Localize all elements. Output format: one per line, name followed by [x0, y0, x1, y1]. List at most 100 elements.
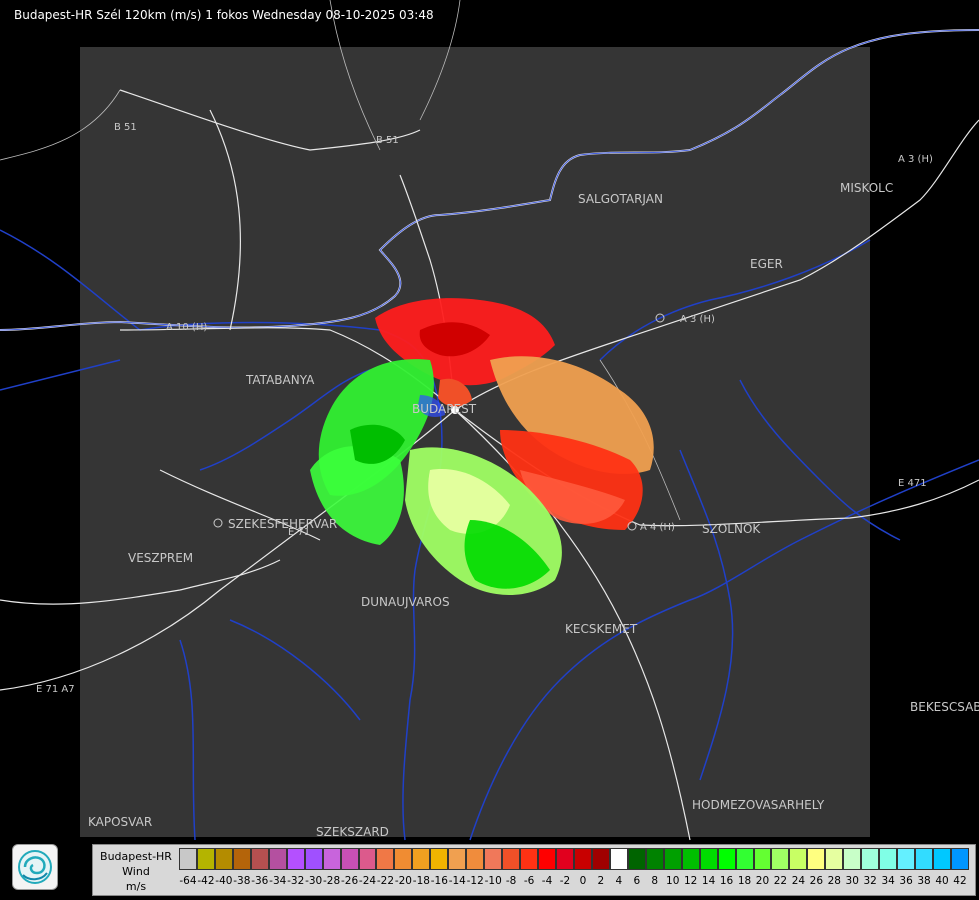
legend-tick-label: 28 — [827, 875, 841, 887]
legend-swatch — [448, 848, 467, 870]
legend-swatch — [879, 848, 898, 870]
legend-unit: m/s — [125, 880, 147, 893]
legend-swatches — [179, 848, 969, 872]
legend-label: Budapest-HR Wind m/s — [93, 845, 179, 895]
legend-swatch — [825, 848, 844, 870]
road-label: A 3 (H) — [680, 314, 715, 325]
legend-tick-label: 40 — [935, 875, 949, 887]
city-label: SALGOTARJAN — [578, 192, 663, 206]
city-label: SZEKESFEHERVAR — [228, 517, 337, 531]
legend-swatch — [286, 848, 305, 870]
legend-swatch — [412, 848, 431, 870]
legend-tick-label: 8 — [651, 875, 659, 887]
legend-swatch — [538, 848, 557, 870]
road-label: E 71 A7 — [36, 684, 75, 695]
legend-swatch — [609, 848, 628, 870]
legend-tick-label: 38 — [917, 875, 931, 887]
legend-swatch — [771, 848, 790, 870]
legend-tick-label: 32 — [863, 875, 877, 887]
radar-coverage-area — [80, 47, 870, 837]
legend-tick-label: 10 — [666, 875, 680, 887]
city-label: KAPOSVAR — [88, 815, 152, 829]
legend-tick-label: 2 — [597, 875, 605, 887]
legend-swatch — [843, 848, 862, 870]
legend-tick-label: -24 — [358, 875, 377, 887]
swirl-icon — [18, 850, 52, 884]
legend-tick-label: -28 — [323, 875, 341, 887]
legend-swatch — [358, 848, 377, 870]
city-label: EGER — [750, 257, 783, 271]
legend-swatch — [484, 848, 503, 870]
legend-tick-label: -40 — [215, 875, 233, 887]
road-label: E 471 — [898, 478, 927, 489]
legend-tick-label: -12 — [466, 875, 484, 887]
legend-tick-label: 36 — [899, 875, 913, 887]
legend-tick-label: -32 — [287, 875, 305, 887]
legend-tick-label: -42 — [197, 875, 215, 887]
radar-map[interactable]: SALGOTARJAN EGER MISKOLC TATABANYA BUDAP… — [0, 0, 979, 900]
legend-tick-label: 12 — [683, 875, 698, 887]
service-logo — [12, 844, 58, 890]
legend-tick-label: 22 — [773, 875, 788, 887]
road-label: E 71 — [288, 527, 310, 538]
legend-tick-label: -26 — [340, 875, 359, 887]
road-label: A 4 (H) — [640, 522, 675, 533]
legend-swatch — [232, 848, 251, 870]
legend-swatch — [556, 848, 574, 870]
road-label: B 51 — [376, 135, 399, 146]
legend-swatch — [915, 848, 934, 870]
legend-swatch — [807, 848, 826, 870]
legend-tick-label: -36 — [251, 875, 269, 887]
city-label: KECSKEMET — [565, 622, 638, 636]
city-label: MISKOLC — [840, 181, 893, 195]
city-label: SZEKSZARD — [316, 825, 389, 839]
legend-swatch — [322, 848, 341, 870]
city-label: VESZPREM — [128, 551, 193, 565]
legend-swatch — [861, 848, 880, 870]
legend-tick-label: 30 — [845, 875, 859, 887]
legend-swatch — [789, 848, 808, 870]
legend-station: Budapest-HR — [100, 850, 172, 863]
legend-tick-label: -8 — [505, 875, 517, 887]
legend-tick-label: -4 — [541, 875, 553, 887]
legend-tick-label: 16 — [719, 875, 734, 887]
legend-tick-label: 26 — [809, 875, 824, 887]
legend-tick-label: -20 — [394, 875, 412, 887]
legend-tick-label: -6 — [523, 875, 535, 887]
legend-tick-label: -18 — [412, 875, 430, 887]
legend-tick-label: 24 — [791, 875, 806, 887]
legend-tick-label: 42 — [953, 875, 967, 887]
color-legend: Budapest-HR Wind m/s -64 -42 -40 -38 -36 -34-… — [92, 844, 976, 896]
legend-swatch — [950, 848, 969, 870]
legend-swatch — [502, 848, 521, 870]
legend-swatch — [681, 848, 700, 870]
legend-swatch — [466, 848, 485, 870]
legend-swatch — [753, 848, 772, 870]
legend-swatch — [340, 848, 359, 870]
legend-swatch — [214, 848, 233, 870]
legend-swatch — [376, 848, 395, 870]
legend-tick-label: -22 — [376, 875, 395, 887]
legend-swatch — [699, 848, 718, 870]
legend-tick-label: 20 — [755, 875, 770, 887]
legend-tick-label: -14 — [448, 875, 466, 887]
road-label: A 10 (H) — [166, 322, 207, 333]
legend-tick-label: -64 — [179, 875, 197, 887]
legend-swatch — [268, 848, 287, 870]
legend-swatch — [897, 848, 916, 870]
legend-tick-label: -10 — [484, 875, 502, 887]
legend-swatch — [196, 848, 215, 870]
legend-tick-label: -30 — [305, 875, 323, 887]
city-label: BUDAPEST — [412, 402, 477, 416]
legend-quantity: Wind — [122, 865, 150, 878]
legend-tick-label: -16 — [430, 875, 448, 887]
legend-tick-label: 18 — [737, 875, 752, 887]
legend-tick-label: -38 — [233, 875, 251, 887]
legend-swatch — [394, 848, 413, 870]
legend-tick-label: -34 — [269, 875, 287, 887]
road-label: B 51 — [114, 122, 137, 133]
legend-tick-label: -2 — [559, 875, 571, 887]
legend-swatch — [717, 848, 736, 870]
legend-tick-label: 4 — [615, 875, 623, 887]
city-label: SZOLNOK — [702, 522, 761, 536]
